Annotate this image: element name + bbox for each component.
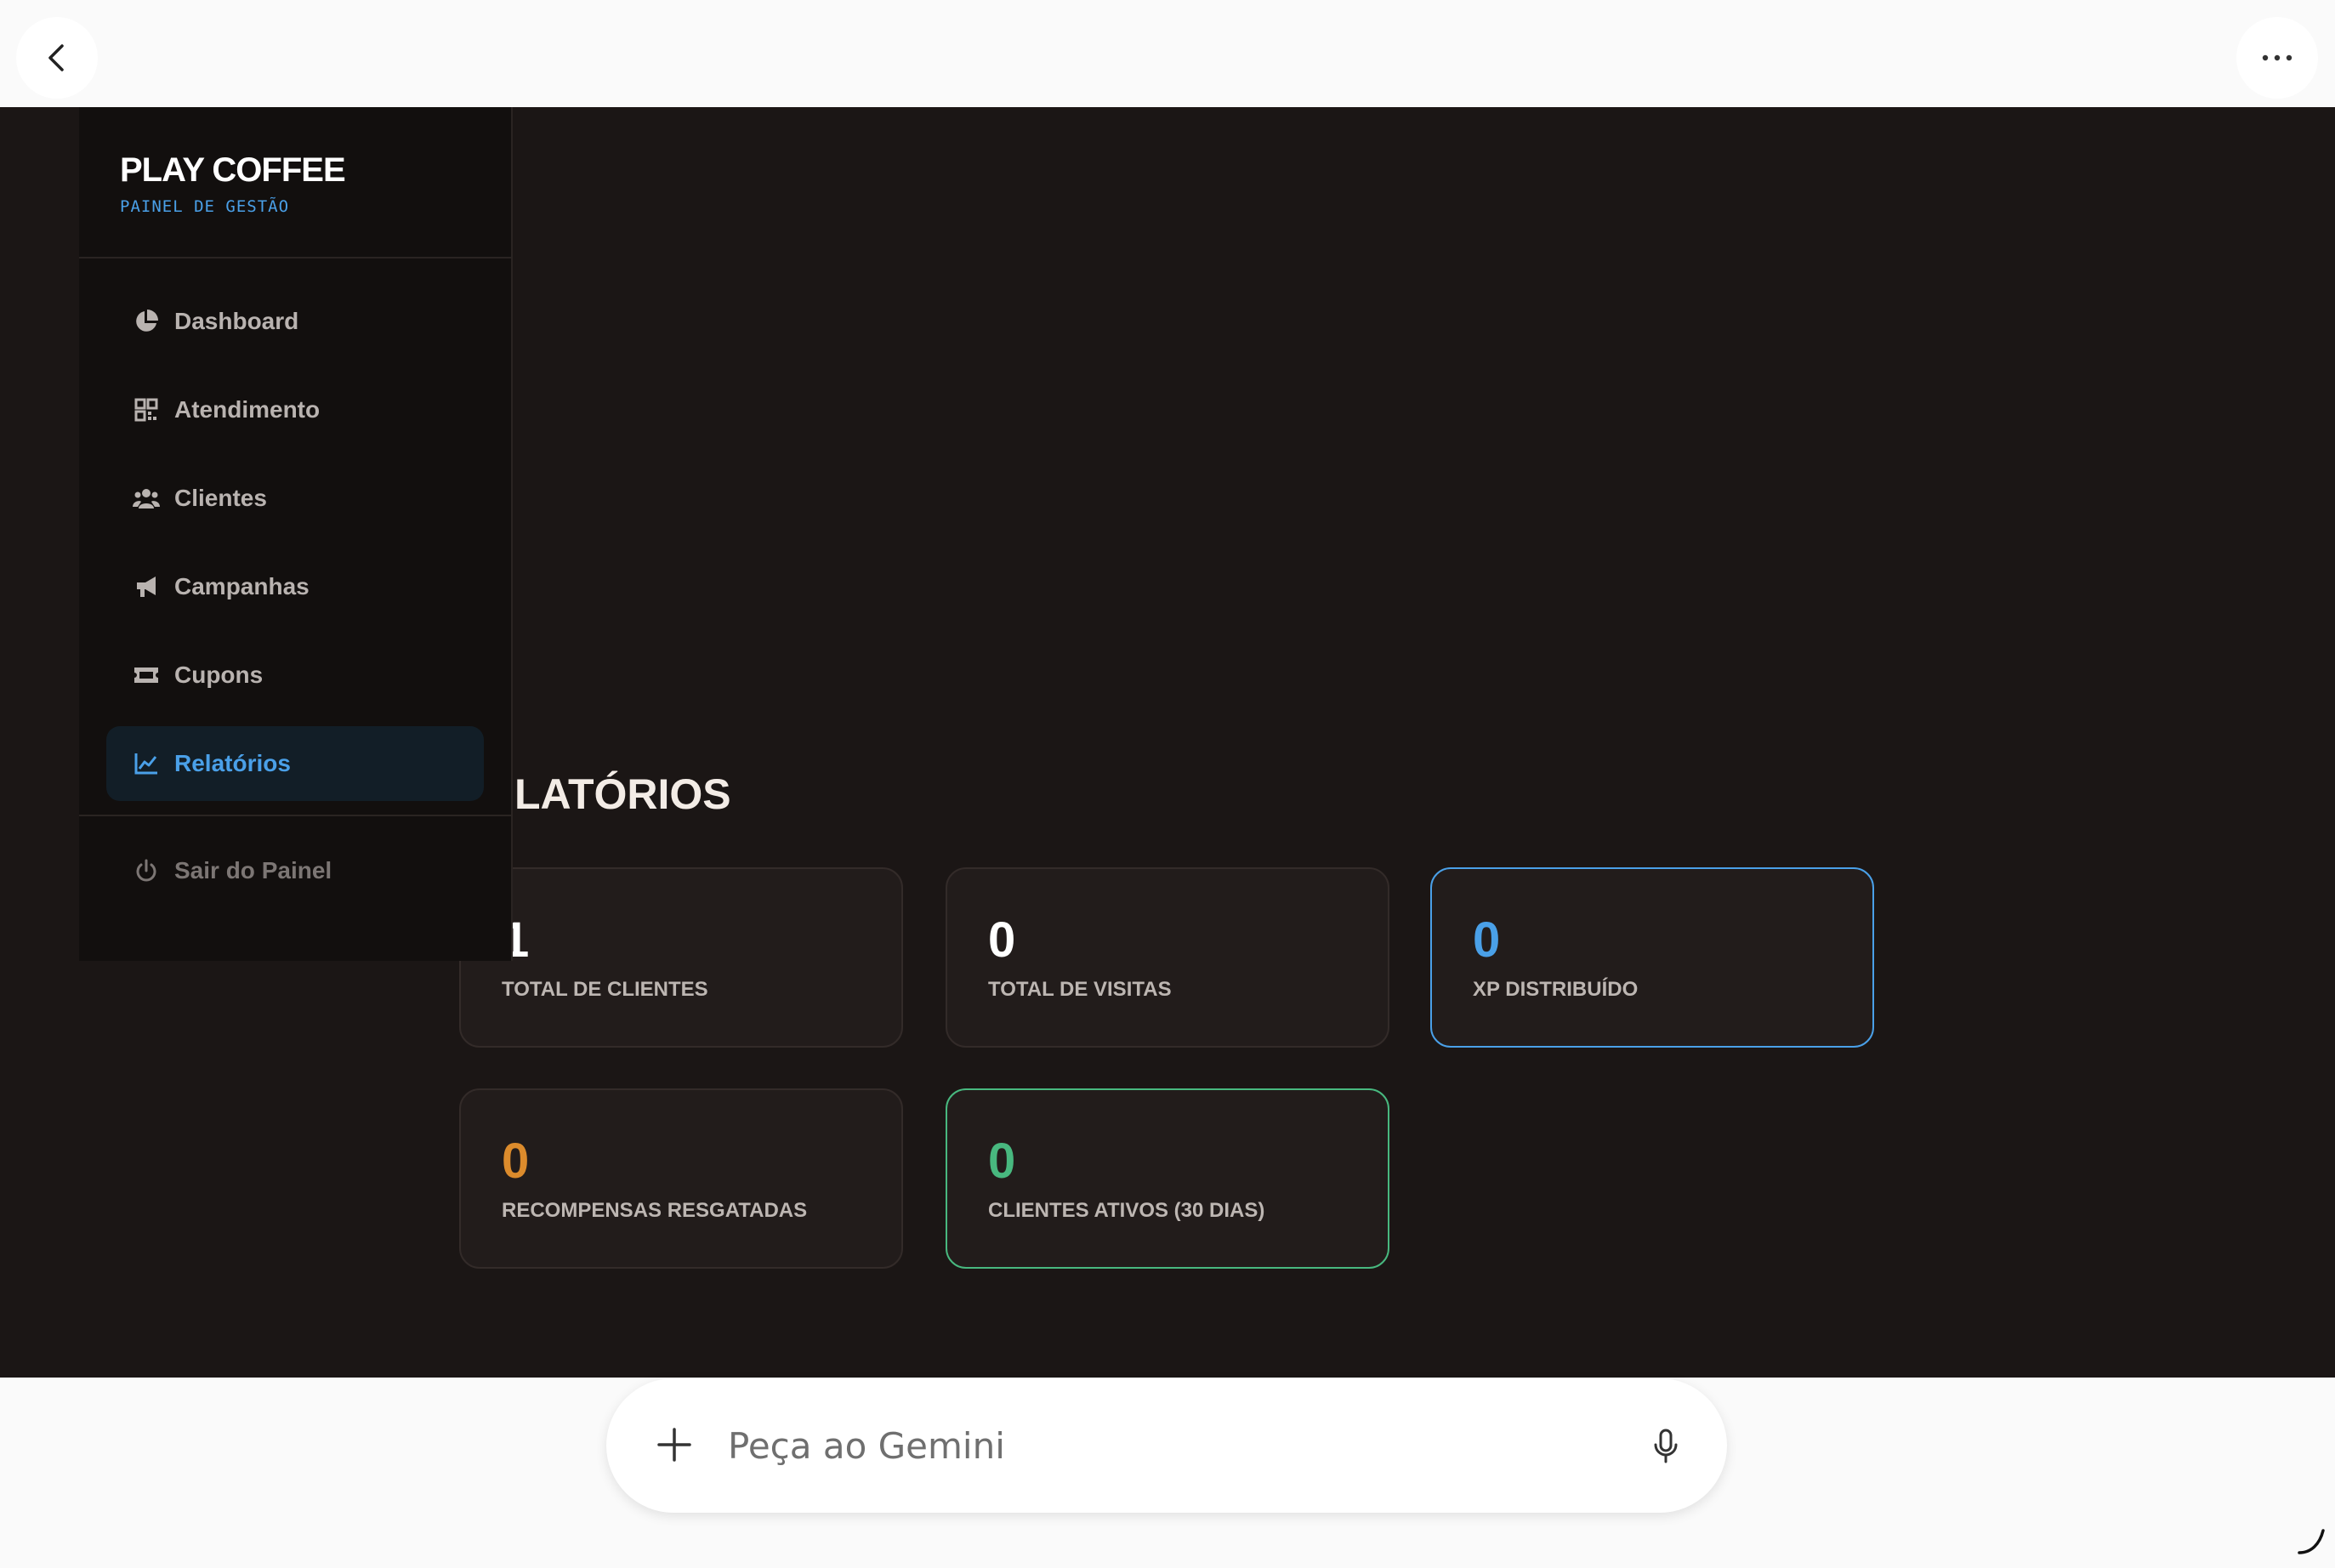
plus-icon (657, 1428, 691, 1462)
sidebar-item-cupons[interactable]: Cupons (106, 638, 484, 713)
sidebar: PLAY COFFEE PAINEL DE GESTÃO Dashboard A… (79, 107, 513, 961)
power-icon (132, 856, 161, 885)
browser-top-bar (0, 0, 2335, 107)
brand-subtitle: PAINEL DE GESTÃO (120, 197, 290, 216)
brand: PLAY COFFEE PAINEL DE GESTÃO (79, 107, 511, 258)
resize-handle-icon[interactable] (2296, 1525, 2326, 1556)
stat-value: 1 (502, 912, 530, 968)
stat-label: RECOMPENSAS RESGATADAS (502, 1199, 808, 1222)
brand-title: PLAY COFFEE (120, 151, 346, 189)
stat-value: 0 (1473, 912, 1501, 968)
stat-label: CLIENTES ATIVOS (30 DIAS) (988, 1199, 1265, 1222)
chevron-left-icon (48, 44, 64, 71)
stat-card-total-visitas: 0 TOTAL DE VISITAS (946, 867, 1389, 1048)
sidebar-item-relatorios[interactable]: Relatórios (106, 726, 484, 801)
mic-icon (1654, 1429, 1678, 1463)
sidebar-item-atendimento[interactable]: Atendimento (106, 372, 484, 447)
app-content: LATÓRIOS 1 TOTAL DE CLIENTES 0 TOTAL DE … (0, 107, 2335, 1378)
logout-button[interactable]: Sair do Painel (106, 833, 484, 908)
ticket-icon (132, 661, 161, 690)
sidebar-item-label: Atendimento (174, 396, 321, 423)
stat-card-total-clientes: 1 TOTAL DE CLIENTES (459, 867, 903, 1048)
gemini-prompt-input[interactable] (728, 1421, 1578, 1470)
page-title: LATÓRIOS (514, 770, 731, 818)
logout-label: Sair do Painel (174, 857, 332, 883)
gemini-prompt-bar (606, 1378, 1727, 1513)
sidebar-nav: Dashboard Atendimento Clientes Campanhas (79, 258, 511, 908)
sidebar-item-campanhas[interactable]: Campanhas (106, 549, 484, 624)
stat-label: TOTAL DE VISITAS (988, 978, 1172, 1001)
pie-chart-icon (132, 307, 161, 336)
stat-value: 0 (988, 1133, 1016, 1189)
qr-code-icon (132, 395, 161, 424)
sidebar-item-label: Dashboard (174, 308, 299, 334)
more-horizontal-icon (2262, 54, 2292, 61)
sidebar-item-label: Campanhas (174, 573, 310, 599)
stat-value: 0 (988, 912, 1016, 968)
sidebar-item-label: Clientes (174, 485, 267, 511)
megaphone-icon (132, 572, 161, 601)
stat-label: TOTAL DE CLIENTES (502, 978, 708, 1001)
sidebar-item-clientes[interactable]: Clientes (106, 461, 484, 536)
sidebar-item-label: Relatórios (174, 750, 291, 776)
more-options-button[interactable] (2236, 17, 2318, 99)
add-button[interactable] (651, 1421, 698, 1469)
sidebar-item-dashboard[interactable]: Dashboard (106, 284, 484, 359)
mic-button[interactable] (1642, 1423, 1690, 1470)
stat-value: 0 (502, 1133, 530, 1189)
back-button[interactable] (16, 17, 98, 99)
users-icon (132, 484, 161, 513)
divider (79, 815, 511, 816)
sidebar-item-label: Cupons (174, 662, 264, 688)
line-chart-icon (132, 749, 161, 778)
stat-card-recompensas-resgatadas: 0 RECOMPENSAS RESGATADAS (459, 1088, 903, 1269)
stat-label: XP DISTRIBUÍDO (1473, 978, 1639, 1001)
stat-card-clientes-ativos: 0 CLIENTES ATIVOS (30 DIAS) (946, 1088, 1389, 1269)
stat-card-xp-distribuido: 0 XP DISTRIBUÍDO (1430, 867, 1874, 1048)
